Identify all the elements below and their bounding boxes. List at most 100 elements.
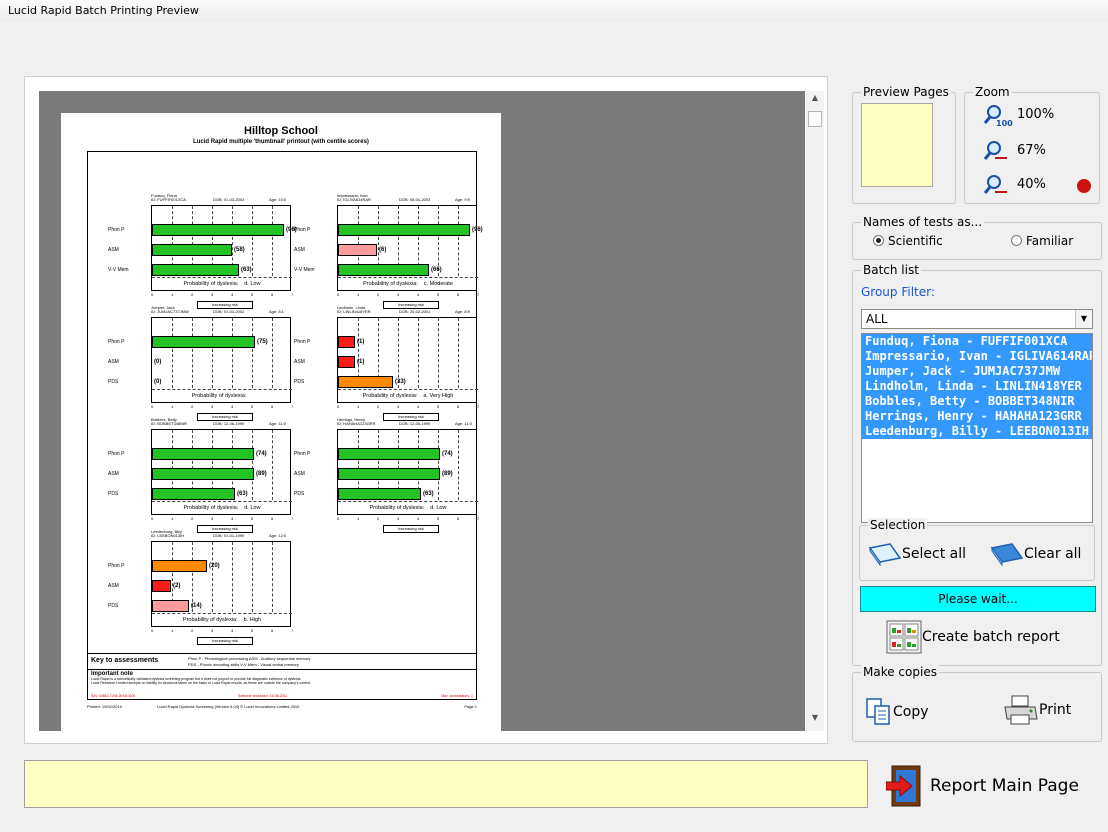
row-label: V-V Mem [108, 267, 129, 273]
scale-tick: 5 [251, 404, 254, 409]
scale-tick: 7 [291, 516, 294, 521]
probability-label: Probability of dyslexia: [363, 281, 418, 287]
zoom-100-icon: 100 [983, 105, 1013, 127]
student-thumbnail: Herrings, Henry ID: HAHAHA123GRR DOB: 12-0… [294, 417, 487, 535]
row-label: ASM [108, 471, 119, 477]
grid-line [438, 206, 439, 276]
student-age: Age: 12:0 [269, 533, 287, 538]
scientific-radio-dot[interactable] [873, 235, 884, 246]
scale-tick: 0 [337, 516, 340, 521]
student-id: ID: LINLIN418YER [337, 309, 371, 314]
grid-line [418, 318, 419, 388]
score-value: (89) [442, 471, 453, 477]
dropdown-arrow-icon[interactable]: ▼ [1075, 310, 1092, 328]
student-list-item[interactable]: Bobbles, Betty - BOBBET348NIR [862, 394, 1092, 409]
score-value: (14) [191, 603, 202, 609]
risk-scale: 0 1 2 3 4 5 6 7 [151, 628, 301, 636]
scientific-radio[interactable]: Scientific [873, 234, 943, 248]
zoom-40-label: 40% [1017, 177, 1046, 192]
scale-tick: 1 [171, 516, 174, 521]
exit-door-icon [885, 765, 921, 807]
key-title: Key to assessments [91, 657, 159, 664]
student-dob: DOB: 08-04-2003 [399, 197, 431, 202]
dyslexia-probability: Probability of dyslexia: a. Very High [338, 389, 478, 403]
scale-tick: 2 [377, 292, 380, 297]
key-line-1: Phon P - Phonological processing ASM - A… [188, 656, 311, 661]
scale-tick: 7 [477, 516, 480, 521]
student-listbox[interactable]: Funduq, Fiona - FUFFIF001XCA Impressario,… [861, 333, 1093, 523]
grid-line [232, 542, 233, 612]
grid-line [172, 318, 173, 388]
scroll-down-arrow[interactable]: ▼ [806, 713, 824, 729]
scale-tick: 7 [477, 404, 480, 409]
page-thumbnail[interactable] [861, 103, 933, 187]
scale-tick: 3 [211, 516, 214, 521]
student-list-item[interactable]: Lindholm, Linda - LINLIN418YER [862, 379, 1092, 394]
familiar-radio-dot[interactable] [1011, 235, 1022, 246]
score-chart: Phon P (96) ASM (58) V-V Mem (63) Probability … [108, 205, 297, 291]
scale-tick: 1 [171, 404, 174, 409]
student-list-item[interactable]: Herrings, Henry - HAHAHA123GRR [862, 409, 1092, 424]
score-value: (1) [357, 339, 365, 345]
grid-line [212, 542, 213, 612]
score-value: (20) [209, 563, 220, 569]
scale-tick: 6 [457, 516, 460, 521]
student-list-item[interactable]: Leedenburg, Billy - LEEBON013IH [862, 424, 1092, 439]
scale-tick: 6 [271, 628, 274, 633]
printed-date: Printed: 19/02/2010 [87, 704, 122, 709]
probability-value: c. Moderate [423, 281, 453, 287]
student-list-item[interactable]: Impressario, Ivan - IGLIVA614RAR [862, 349, 1092, 364]
scale-tick: 5 [251, 628, 254, 633]
grid-line [458, 430, 459, 500]
score-value: (74) [442, 451, 453, 457]
increasing-risk-arrow: Increasing risk [383, 525, 439, 533]
score-bar [152, 448, 254, 460]
scale-tick: 1 [171, 628, 174, 633]
student-dob: DOB: 12-06-1999 [213, 421, 245, 426]
row-label: PDS [108, 603, 119, 609]
student-list-item[interactable]: Funduq, Fiona - FUFFIF001XCA [862, 334, 1092, 349]
report-main-page-button[interactable]: Report Main Page [885, 764, 1079, 808]
score-value: (0) [154, 359, 162, 365]
zoom-67-label: 67% [1017, 143, 1046, 158]
student-list-item[interactable]: Jumper, Jack - JUMJAC737JMW [862, 364, 1092, 379]
clear-all-icon [990, 543, 1024, 567]
dyslexia-probability: Probability of dyslexia: [152, 389, 292, 403]
scale-tick: 6 [457, 404, 460, 409]
score-chart: Phon P (20) ASM (2) PDS (14) Probability of dy… [108, 541, 292, 627]
clear-all-button[interactable]: Clear all [990, 542, 1081, 567]
student-age: Age: 8:1 [269, 309, 284, 314]
scroll-up-arrow[interactable]: ▲ [806, 93, 824, 109]
svg-text:100: 100 [996, 119, 1013, 127]
scale-tick: 4 [231, 292, 234, 297]
copy-button[interactable]: Copy [865, 697, 929, 727]
familiar-radio[interactable]: Familiar [1011, 234, 1073, 248]
scale-tick: 3 [211, 292, 214, 297]
row-label: Phon P [108, 451, 125, 457]
print-button[interactable]: Print [1003, 695, 1071, 725]
zoom-label: Zoom [973, 85, 1012, 99]
zoom-40-icon [983, 175, 1007, 194]
row-label: ASM [108, 247, 119, 253]
print-preview-viewer[interactable]: Hilltop School Lucid Rapid multiple 'thu… [24, 76, 828, 744]
scale-tick: 2 [191, 516, 194, 521]
report-main-page-label: Report Main Page [930, 776, 1079, 796]
preview-scrollbar[interactable]: ▲ ▼ [806, 91, 824, 731]
important-note: Important note Lucid Rapid is a scientif… [87, 670, 477, 700]
scroll-thumb[interactable] [808, 111, 822, 127]
window-title: Lucid Rapid Batch Printing Preview [0, 0, 1108, 22]
select-all-button[interactable]: Select all [868, 542, 966, 567]
scale-tick: 2 [191, 292, 194, 297]
student-thumbnail: Impressario, Ivan ID: IGLIVA614RAR DOB: 08… [294, 193, 487, 311]
student-dob: DOB: 12-05-1999 [399, 421, 431, 426]
create-batch-report-button[interactable]: Create batch report [886, 620, 1060, 654]
group-filter-select[interactable]: ALL ▼ [861, 309, 1093, 329]
student-id: ID: JUMJAC737JMW [151, 309, 189, 314]
score-bar [338, 224, 470, 236]
scale-tick: 4 [231, 404, 234, 409]
test-names-label: Names of tests as... [861, 215, 985, 229]
score-bar [152, 468, 254, 480]
student-dob: DOB: 01-01-1999 [213, 533, 245, 538]
printer-icon [1004, 695, 1038, 725]
make-copies-group: Make copies Copy Print [852, 665, 1102, 742]
